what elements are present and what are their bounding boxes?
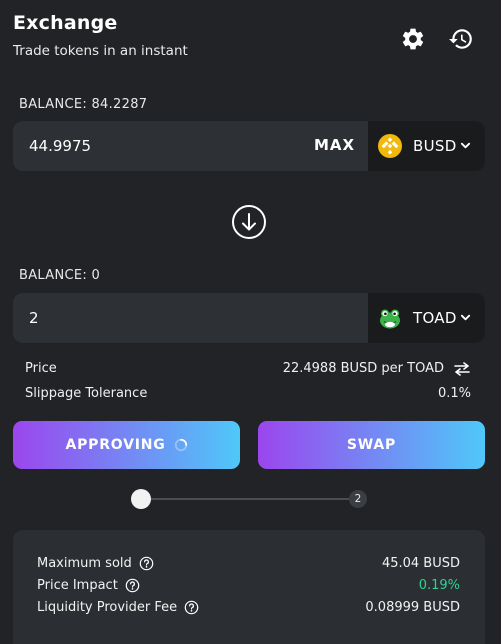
stepper-step-2: 2	[349, 490, 367, 508]
price-value-group: 22.4988 BUSD per TOAD	[283, 361, 471, 376]
to-balance: BALANCE: 0	[19, 268, 101, 283]
from-token-selector[interactable]: BUSD	[368, 121, 485, 171]
to-amount-input[interactable]	[13, 293, 367, 343]
gear-icon[interactable]	[400, 26, 426, 52]
swap-button[interactable]: SWAP	[258, 421, 485, 469]
slippage-value: 0.1%	[437, 386, 471, 401]
max-sold-label: Maximum sold	[37, 556, 132, 571]
price-row: Price 22.4988 BUSD per TOAD	[25, 361, 471, 376]
price-label: Price	[25, 361, 57, 376]
from-field: MAX BUSD	[13, 121, 485, 171]
price-impact-label: Price Impact	[37, 578, 118, 593]
stepper-track	[141, 498, 357, 500]
lp-fee-row: Liquidity Provider Fee 0.08999 BUSD	[37, 600, 460, 615]
chevron-down-icon	[460, 142, 471, 149]
lp-fee-label: Liquidity Provider Fee	[37, 600, 178, 615]
price-impact-row: Price Impact 0.19%	[37, 578, 460, 593]
stepper-step-1-active	[131, 489, 151, 509]
to-field: TOAD	[13, 293, 485, 343]
chevron-down-icon	[460, 314, 471, 321]
toad-logo-icon	[380, 309, 400, 329]
approve-button-label: APPROVING	[65, 437, 166, 453]
max-button[interactable]: MAX	[314, 136, 355, 154]
swap-button-label: SWAP	[346, 437, 397, 453]
slippage-label: Slippage Tolerance	[25, 386, 148, 401]
spinner-icon	[174, 438, 187, 452]
trade-summary-panel: Maximum sold 45.04 BUSD Price Impact 0.1…	[13, 530, 485, 644]
page-title: Exchange	[13, 12, 118, 34]
progress-stepper: 2	[131, 488, 367, 510]
help-icon[interactable]	[139, 556, 154, 571]
max-sold-value: 45.04 BUSD	[381, 556, 460, 571]
page-subtitle: Trade tokens in an instant	[13, 43, 188, 59]
help-icon[interactable]	[125, 578, 140, 593]
arrow-down-circle-icon[interactable]	[231, 204, 267, 240]
swap-arrows-icon[interactable]	[453, 361, 471, 376]
busd-logo-icon	[378, 134, 402, 158]
from-token-name: BUSD	[413, 137, 457, 155]
price-impact-value: 0.19%	[418, 578, 460, 593]
max-sold-row: Maximum sold 45.04 BUSD	[37, 556, 460, 571]
to-token-name: TOAD	[413, 309, 457, 327]
to-token-selector[interactable]: TOAD	[368, 293, 485, 343]
history-icon[interactable]	[448, 26, 474, 52]
help-icon[interactable]	[184, 600, 199, 615]
lp-fee-value: 0.08999 BUSD	[365, 600, 460, 615]
price-value: 22.4988 BUSD per TOAD	[282, 361, 444, 376]
approve-button[interactable]: APPROVING	[13, 421, 240, 469]
from-balance: BALANCE: 84.2287	[19, 97, 148, 112]
page-header: Exchange Trade tokens in an instant	[13, 12, 188, 59]
slippage-row: Slippage Tolerance 0.1%	[25, 386, 471, 401]
